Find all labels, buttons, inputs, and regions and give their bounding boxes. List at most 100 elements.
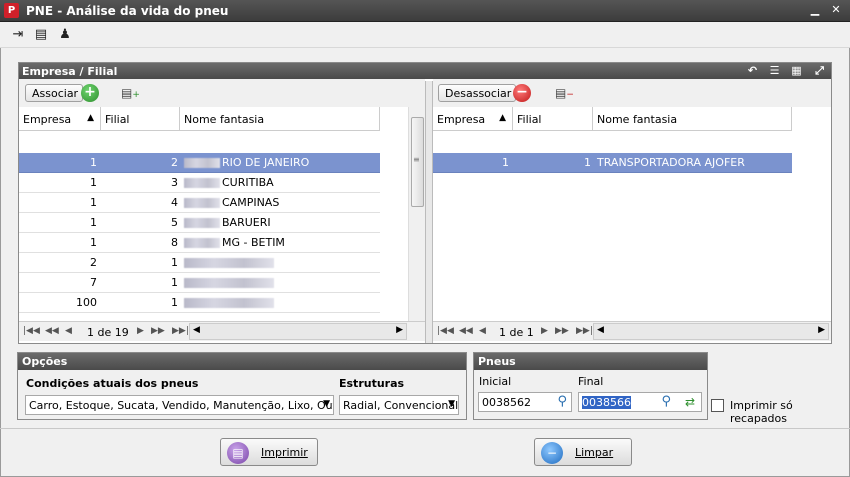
cell-filial: 1 <box>171 256 178 269</box>
cell-empresa: 7 <box>90 276 97 289</box>
user-settings-icon[interactable]: ♟ <box>56 26 74 44</box>
next-page-icon[interactable]: ▶ <box>541 326 548 336</box>
redacted-text <box>184 258 274 268</box>
splitter[interactable] <box>425 81 433 343</box>
maximize-icon[interactable]: ⤢ <box>812 64 827 78</box>
cell-empresa: 100 <box>76 296 97 309</box>
col-empresa[interactable]: Empresa ▲ <box>19 107 101 131</box>
panel-header: Empresa / Filial ↶ ☰ ▦ ⤢ <box>19 63 831 79</box>
table-row[interactable]: 1 4 CAMPINAS <box>19 193 380 213</box>
shuffle-icon[interactable]: ⇄ <box>685 395 695 409</box>
table-row[interactable]: 1 3 CURITIBA <box>19 173 380 193</box>
add-icon[interactable]: + <box>81 84 99 102</box>
left-vscroll[interactable]: ≡ <box>408 107 425 321</box>
left-action-bar: Associar + ▤+ <box>19 79 425 107</box>
redacted-text <box>184 278 274 288</box>
sort-asc-icon: ▲ <box>87 113 94 123</box>
imprimir-button[interactable]: ▤ Imprimir <box>220 438 318 466</box>
search-icon[interactable]: ⚲ <box>557 394 567 409</box>
next-block-icon[interactable]: ▶▶ <box>151 326 165 336</box>
cell-empresa: 1 <box>90 236 97 249</box>
redacted-text <box>184 238 220 248</box>
last-page-icon[interactable]: ▶▶| <box>576 326 593 336</box>
pneus-box: Pneus Inicial 0038562 ⚲ Final 0038566 ⚲ ⇄ <box>473 352 708 420</box>
title-bar: P PNE - Análise da vida do pneu ▁ ✕ <box>0 0 850 22</box>
estruturas-select[interactable]: Radial, Convencional ▼ <box>339 395 459 415</box>
table-row[interactable]: 1 8 MG - BETIM <box>19 233 380 253</box>
col-filial[interactable]: Filial <box>101 107 180 131</box>
inicial-input[interactable]: 0038562 ⚲ <box>478 392 572 412</box>
close-icon[interactable]: ✕ <box>829 3 843 17</box>
left-page-indicator: 1 de 19 <box>87 326 129 339</box>
table-row[interactable]: 100 1 <box>19 293 380 313</box>
col-nome-fantasia[interactable]: Nome fantasia <box>593 107 792 131</box>
toolbar: ⇥ ▤ ♟ <box>0 22 850 48</box>
remove-icon[interactable]: − <box>513 84 531 102</box>
window-title: PNE - Análise da vida do pneu <box>26 4 229 18</box>
col-nome-fantasia[interactable]: Nome fantasia <box>180 107 380 131</box>
limpar-button[interactable]: − Limpar <box>534 438 632 466</box>
cell-nome-fantasia: CURITIBA <box>184 176 274 189</box>
col-filial[interactable]: Filial <box>513 107 593 131</box>
cell-filial: 1 <box>171 296 178 309</box>
pneus-title: Pneus <box>474 353 707 370</box>
list-view-icon[interactable]: ☰ <box>767 64 782 78</box>
search-icon[interactable]: ⚲ <box>661 394 671 409</box>
final-input[interactable]: 0038566 ⚲ ⇄ <box>578 392 702 412</box>
col-empresa[interactable]: Empresa ▲ <box>433 107 513 131</box>
left-hscroll[interactable]: ◀ ▶ <box>189 323 407 340</box>
desassociar-button[interactable]: Desassociar <box>438 84 516 102</box>
cell-nome-fantasia <box>184 256 276 269</box>
table-row[interactable]: 71 <box>19 273 380 293</box>
cell-filial: 5 <box>171 216 178 229</box>
app-logo-icon: P <box>4 3 19 18</box>
redacted-text <box>184 218 220 228</box>
cell-filial: 8 <box>171 236 178 249</box>
cell-empresa: 1 <box>90 156 97 169</box>
next-block-icon[interactable]: ▶▶ <box>555 326 569 336</box>
add-all-icon[interactable]: ▤+ <box>121 85 140 101</box>
recapados-checkbox[interactable] <box>711 399 724 412</box>
right-grid: Empresa ▲ Filial Nome fantasia 1 1 TRANSPOR… <box>433 107 831 321</box>
right-hscroll[interactable]: ◀ ▶ <box>593 323 829 340</box>
next-page-icon[interactable]: ▶ <box>137 326 144 336</box>
footer-divider <box>0 428 850 429</box>
cell-nome-fantasia: RIO DE JANEIRO <box>184 156 309 169</box>
prev-page-icon[interactable]: ◀ <box>479 326 486 336</box>
minimize-icon[interactable]: ▁ <box>808 3 822 17</box>
redacted-text <box>184 178 220 188</box>
grip-icon: ≡ <box>413 155 420 164</box>
condicoes-select[interactable]: Carro, Estoque, Sucata, Vendido, Manuten… <box>25 395 334 415</box>
message-icon[interactable]: ▤ <box>32 26 50 44</box>
table-row[interactable]: 1 5 BARUERI <box>19 213 380 233</box>
table-row[interactable]: 21 <box>19 253 380 273</box>
first-page-icon[interactable]: |◀◀ <box>23 326 40 336</box>
exit-icon[interactable]: ⇥ <box>9 26 27 44</box>
undo-icon[interactable]: ↶ <box>745 64 760 78</box>
printer-icon: ▤ <box>227 442 249 464</box>
cell-filial: 3 <box>171 176 178 189</box>
table-row[interactable]: 1 2 RIO DE JANEIRO <box>19 153 380 173</box>
cell-empresa: 2 <box>90 256 97 269</box>
cell-nome-fantasia <box>184 296 276 309</box>
detail-view-icon[interactable]: ▦ <box>789 64 804 78</box>
last-page-icon[interactable]: ▶▶| <box>172 326 189 336</box>
right-page-indicator: 1 de 1 <box>499 326 534 339</box>
condicoes-label: Condições atuais dos pneus <box>26 377 199 390</box>
left-grid: Empresa ▲ Filial Nome fantasia 1 2 RIO DE J… <box>19 107 425 321</box>
cell-empresa: 1 <box>90 216 97 229</box>
opcoes-box: Opções Condições atuais dos pneus Carro,… <box>17 352 467 420</box>
cell-nome-fantasia: BARUERI <box>184 216 271 229</box>
redacted-text <box>184 158 220 168</box>
associar-button[interactable]: Associar <box>25 84 83 102</box>
first-page-icon[interactable]: |◀◀ <box>437 326 454 336</box>
prev-page-icon[interactable]: ◀ <box>65 326 72 336</box>
prev-block-icon[interactable]: ◀◀ <box>45 326 59 336</box>
remove-all-icon[interactable]: ▤− <box>555 85 574 101</box>
prev-block-icon[interactable]: ◀◀ <box>459 326 473 336</box>
inicial-label: Inicial <box>479 375 512 388</box>
redacted-text <box>184 298 274 308</box>
cell-filial: 1 <box>171 276 178 289</box>
right-pager: |◀◀ ◀◀ ◀ 1 de 1 ▶ ▶▶ ▶▶| ◀ ▶ <box>433 321 831 341</box>
table-row[interactable]: 1 1 TRANSPORTADORA AJOFER <box>433 153 792 173</box>
